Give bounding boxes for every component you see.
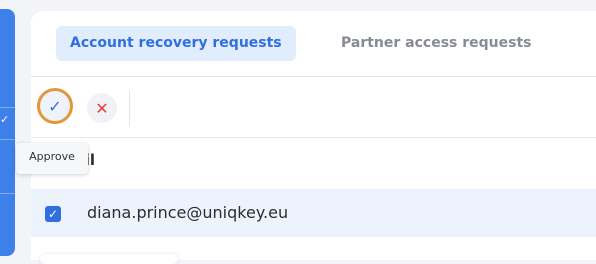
sidebar-divider <box>0 139 15 140</box>
sidebar-divider <box>0 107 15 108</box>
requests-panel: Account recovery requests Partner access… <box>31 11 596 260</box>
row-checkbox[interactable]: ✓ <box>45 206 61 222</box>
bottom-element <box>40 254 178 264</box>
email-cell: diana.prince@uniqkey.eu <box>87 203 289 222</box>
divider <box>31 137 596 138</box>
sidebar-edge: ✓ <box>0 9 15 256</box>
toolbar-separator <box>129 91 130 127</box>
tab-partner-access-requests[interactable]: Partner access requests <box>327 26 546 61</box>
table-row[interactable]: ✓ diana.prince@uniqkey.eu <box>31 189 596 237</box>
divider <box>31 76 596 77</box>
tab-account-recovery-requests[interactable]: Account recovery requests <box>56 26 296 61</box>
sidebar-divider <box>0 193 15 194</box>
check-icon: ✓ <box>48 96 62 116</box>
reject-button[interactable]: ✕ <box>87 93 117 123</box>
approve-button[interactable]: ✓ <box>37 88 73 124</box>
close-icon: ✕ <box>95 98 109 118</box>
check-icon: ✓ <box>0 113 10 126</box>
approve-tooltip: Approve <box>16 143 88 174</box>
